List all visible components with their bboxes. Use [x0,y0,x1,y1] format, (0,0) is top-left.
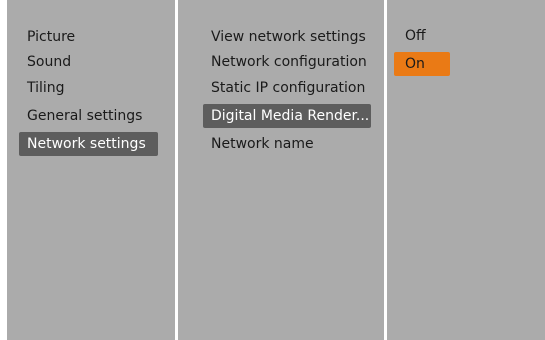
osd-menu-panel: Picture Sound Tiling General settings Ne… [7,0,545,340]
submenu-item-digital-media-renderer[interactable]: Digital Media Render... [203,104,371,128]
main-menu-column: Picture Sound Tiling General settings Ne… [7,0,175,340]
menu-item-picture[interactable]: Picture [19,25,159,49]
submenu-item-static-ip-configuration[interactable]: Static IP configuration [203,76,371,100]
submenu-item-network-name[interactable]: Network name [203,132,371,156]
menu-item-sound[interactable]: Sound [19,50,159,74]
submenu-item-view-network-settings[interactable]: View network settings [203,25,371,49]
submenu-item-network-configuration[interactable]: Network configuration [203,50,371,74]
menu-item-general-settings[interactable]: General settings [19,104,159,128]
menu-item-tiling[interactable]: Tiling [19,76,159,100]
menu-item-network-settings[interactable]: Network settings [19,132,158,156]
network-submenu-column: View network settings Network configurat… [178,0,384,340]
options-column: Off On [387,0,545,340]
option-off[interactable]: Off [394,24,450,48]
option-on[interactable]: On [394,52,450,76]
